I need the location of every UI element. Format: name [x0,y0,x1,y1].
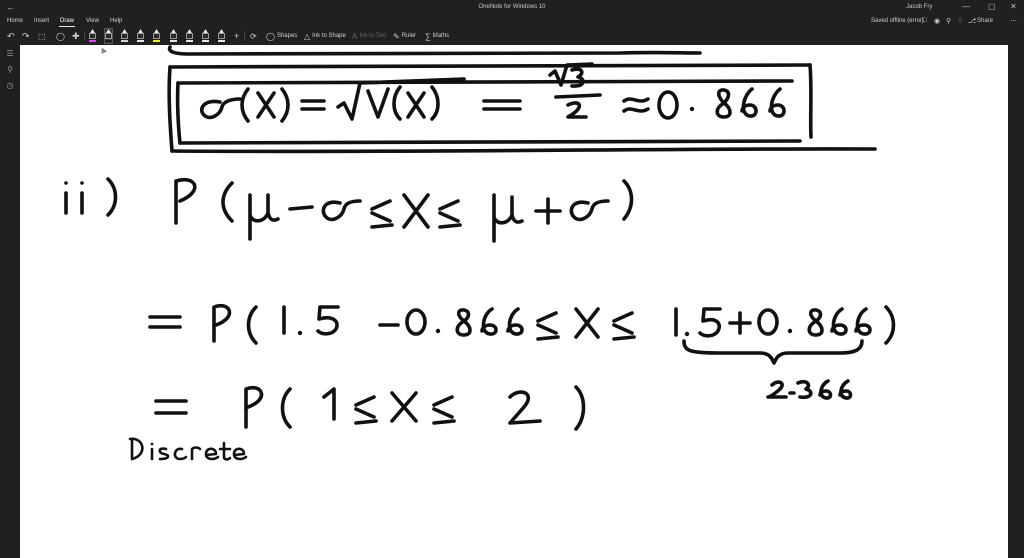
pen-5-color-band [153,40,160,42]
tab-home[interactable]: Home [7,18,23,24]
close-button[interactable]: ✕ [1010,2,1017,11]
lightbulb-icon[interactable]: ◉ [934,17,940,25]
toolbar-separator [84,31,85,41]
pen-4[interactable] [137,29,144,43]
minimize-button[interactable]: — [962,2,970,11]
ruler-label: Ruler [401,33,417,39]
share-button[interactable]: Share [977,18,993,24]
search-icon[interactable]: ⚲ [946,17,951,25]
tab-draw[interactable]: Draw [58,18,76,27]
redo-icon[interactable]: ↷ [22,30,30,42]
pen-1[interactable] [89,29,96,43]
pen-8[interactable] [202,29,209,43]
pen-2-color-band [105,40,112,42]
ink-to-text-label: Ink to Text [359,33,387,39]
add-space-icon[interactable]: ✚ [72,30,80,42]
sync-status[interactable]: Saved offline (error) [871,18,924,24]
pen-9-color-band [218,40,225,42]
pen-4-color-band [137,40,144,42]
undo-icon[interactable]: ↶ [7,30,15,42]
shapes-icon: ◯ [266,31,275,41]
ink-replay-icon[interactable]: ⟳ [250,30,257,42]
maths-button[interactable]: ∑ Maths [425,30,449,42]
pen-3-color-band [121,40,128,42]
pen-6[interactable] [170,29,177,43]
ink-line-result [154,385,586,431]
window-title: OneNote for Windows 10 [478,4,546,10]
pen-3[interactable] [121,29,128,43]
recent-notes-icon[interactable]: ◷ [5,81,15,91]
user-name[interactable]: Jacob Fry [906,4,932,10]
highlighter-yellow[interactable] [153,29,160,43]
pen-2-selected[interactable] [104,28,113,44]
share-icon[interactable]: ⎇ [968,17,976,25]
notebooks-icon[interactable]: ☰ [5,49,15,59]
ink-to-text-icon: A [352,31,358,41]
ink-line-substitute [148,303,896,400]
tab-insert[interactable]: Insert [34,18,49,24]
more-options-icon[interactable]: ⋯ [1010,17,1017,25]
pen-8-color-band [202,40,209,42]
ink-to-shape-label: Ink to Shape [312,33,346,39]
right-scroll-strip[interactable] [1008,45,1024,558]
add-pen-icon[interactable]: + [234,30,239,42]
ink-line-sigma [199,62,786,123]
draw-toolbar: ↶ ↷ ⬚ ◯ ✚ + ⟳ ◯ Shapes △ Ink to Shape A Ink… [0,27,1024,46]
ink-to-shape-icon: △ [304,31,311,41]
title-bar: ← OneNote for Windows 10 Jacob Fry — ▢ ✕ [0,0,1024,15]
lasso-select-icon[interactable]: ◯ [56,30,65,42]
shapes-label: Shapes [276,33,298,39]
ruler-button[interactable]: ✎ Ruler [393,30,416,42]
left-nav-strip: ☰ ⚲ ◷ [0,45,20,558]
pen-1-color-band [89,40,96,42]
maximize-button[interactable]: ▢ [988,2,996,11]
ink-to-shape-button[interactable]: △ Ink to Shape [304,30,346,42]
search-icon[interactable]: ⚲ [5,65,15,75]
toolbar-separator [244,31,245,41]
page-canvas[interactable] [20,45,1008,558]
select-lasso-icon[interactable]: ⬚ [38,30,46,42]
maths-label: Maths [432,33,450,39]
maths-icon: ∑ [425,31,431,41]
ink-to-text-button[interactable]: A Ink to Text [352,30,387,42]
pen-7[interactable] [186,29,193,43]
ribbon-tabs: Home Insert Draw View Help Saved offline… [0,15,1024,27]
bell-icon[interactable]: ♢ [957,17,963,25]
pen-9[interactable] [218,29,225,43]
shapes-button[interactable]: ◯ Shapes [266,30,297,42]
tab-help[interactable]: Help [110,18,122,24]
ink-stroke-prev-box [167,45,702,56]
notebook-icon[interactable]: □ [922,17,926,24]
pen-7-color-band [186,40,193,42]
ink-drawing [64,45,896,461]
ink-line-ii [64,177,634,243]
pen-6-color-band [170,40,177,42]
ruler-icon: ✎ [393,31,400,41]
ink-word-discrete [128,437,248,461]
tab-view[interactable]: View [86,18,99,24]
